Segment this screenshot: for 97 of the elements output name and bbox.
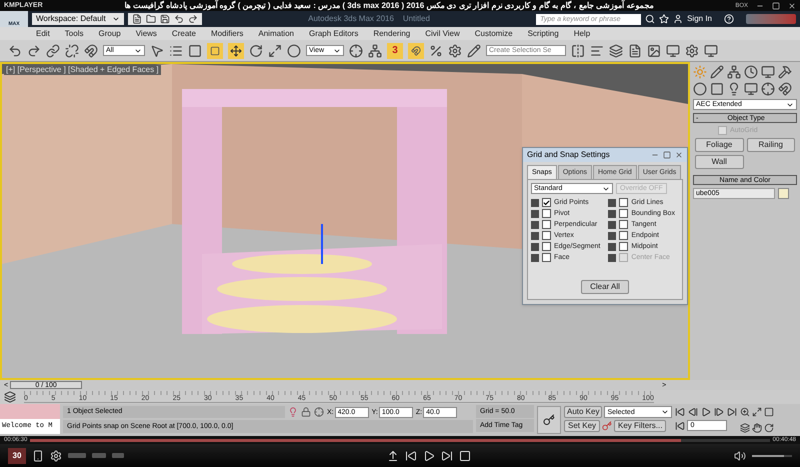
object-color-swatch[interactable] <box>778 188 789 199</box>
object-type-button[interactable]: Railing <box>746 138 795 152</box>
checkbox[interactable] <box>619 231 628 240</box>
menu-item[interactable]: Civil View <box>425 30 460 38</box>
scale-icon[interactable] <box>268 44 282 58</box>
key-tangent-icon[interactable] <box>602 421 612 431</box>
menu-item[interactable]: Modifiers <box>210 30 244 38</box>
close-icon[interactable] <box>675 151 683 159</box>
previous-icon[interactable] <box>405 450 417 462</box>
checkbox[interactable] <box>542 198 551 207</box>
angle-snap-button[interactable] <box>408 42 424 58</box>
checkbox[interactable] <box>542 220 551 229</box>
dialog-title: Grid and Snap Settings <box>527 151 611 159</box>
play-icon[interactable] <box>423 450 435 462</box>
key-filters-button[interactable]: Key Filters... <box>614 420 666 432</box>
unlink-icon[interactable] <box>65 44 79 58</box>
menu-item[interactable]: Graph Editors <box>308 30 358 38</box>
select-by-name-icon[interactable] <box>169 44 183 58</box>
next-key-icon[interactable] <box>714 407 724 417</box>
caret-icon[interactable] <box>112 15 120 23</box>
checkbox[interactable] <box>542 231 551 240</box>
checkbox[interactable] <box>619 198 628 207</box>
listener-input-field[interactable] <box>0 404 60 419</box>
menu-item[interactable]: Tools <box>64 30 84 38</box>
rotate-icon[interactable] <box>249 44 263 58</box>
display-tab-icon[interactable] <box>761 65 775 79</box>
checkbox[interactable] <box>619 242 628 251</box>
maximize-icon[interactable] <box>663 151 671 159</box>
align-icon[interactable] <box>590 44 604 58</box>
checkbox[interactable] <box>542 242 551 251</box>
window-crossing-button[interactable] <box>207 42 223 58</box>
workspace-dropdown[interactable]: Workspace: Default <box>32 13 124 25</box>
new-file-icon[interactable] <box>132 14 142 24</box>
sign-in-link[interactable]: Sign In <box>687 15 712 23</box>
checkbox[interactable] <box>619 220 628 229</box>
object-type-button[interactable]: Foliage <box>695 138 744 152</box>
go-to-end-icon[interactable] <box>727 407 738 417</box>
checkbox[interactable] <box>619 209 628 218</box>
undo-icon[interactable] <box>174 14 184 24</box>
play-icon[interactable] <box>701 407 712 417</box>
star-icon[interactable] <box>659 14 670 24</box>
redo-icon[interactable] <box>188 14 198 24</box>
set-keys-button[interactable] <box>537 406 561 434</box>
lights-icon[interactable] <box>727 82 741 96</box>
modify-tab-icon[interactable] <box>710 65 724 79</box>
fps-badge[interactable]: 30 <box>8 448 26 464</box>
go-to-start-icon[interactable] <box>675 407 686 417</box>
menu-item[interactable]: Group <box>98 30 121 38</box>
redo-icon[interactable] <box>27 44 41 58</box>
menu-item[interactable]: Help <box>574 30 590 38</box>
checkbox[interactable] <box>542 253 551 262</box>
magnet-icon[interactable] <box>411 46 421 56</box>
maximize-icon[interactable] <box>772 2 780 10</box>
clear-all-button[interactable]: Clear All <box>581 280 629 294</box>
checkbox[interactable] <box>542 209 551 218</box>
menu-item[interactable]: Scripting <box>528 30 559 38</box>
selection-region-icon[interactable] <box>188 44 202 58</box>
orbit-icon[interactable] <box>764 422 774 432</box>
menu-item[interactable]: Rendering <box>373 30 410 38</box>
menu-item[interactable]: Edit <box>36 30 50 38</box>
mirror-icon[interactable] <box>571 44 585 58</box>
motion-tab-icon[interactable] <box>744 65 758 79</box>
app-title: Autodesk 3ds Max 2016 Untitled <box>307 15 431 23</box>
video-title: مجموعه آموزشی جامع ، گام به گام و کاربردی نرم افزار تری دی مکس 2016 ( 3ds max 2016 ) مدرس : سعید فدایی ( تیچرمن ) گروه آموزشی پادشاه گرافیست ها <box>124 2 654 10</box>
save-icon[interactable] <box>160 14 170 24</box>
close-icon[interactable] <box>788 2 796 10</box>
next-icon[interactable] <box>441 450 453 462</box>
menu-item[interactable]: Animation <box>258 30 294 38</box>
caret-icon[interactable] <box>661 408 670 416</box>
help-icon[interactable] <box>724 14 734 24</box>
object-type-button[interactable]: Wall <box>695 155 744 169</box>
phone-icon[interactable] <box>32 450 44 462</box>
lock-icon[interactable] <box>301 407 311 417</box>
snap-toggle[interactable]: 3 <box>387 42 403 58</box>
stop-icon[interactable] <box>459 450 471 462</box>
auto-key-button[interactable]: Auto Key <box>564 406 602 418</box>
select-object-icon[interactable] <box>150 44 164 58</box>
link-icon[interactable] <box>46 44 60 58</box>
set-key-button[interactable]: Set Key <box>564 420 600 432</box>
settings-icon[interactable] <box>50 450 62 462</box>
percent-snap-icon[interactable] <box>429 44 443 58</box>
zoom-icon[interactable] <box>740 407 750 417</box>
open-folder-icon[interactable] <box>146 14 156 24</box>
undo-icon[interactable] <box>8 44 22 58</box>
menu-item[interactable]: Create <box>172 30 196 38</box>
previous-key-icon[interactable] <box>688 407 698 417</box>
viewport-label[interactable]: [+] [Perspective ] [Shaded + Edged Faces ] <box>4 65 161 75</box>
layers-icon[interactable] <box>609 44 623 58</box>
user-icon[interactable] <box>673 14 684 24</box>
utilities-tab-icon[interactable] <box>778 65 792 79</box>
square-icon[interactable] <box>210 46 220 56</box>
volume-icon[interactable] <box>734 450 746 462</box>
pan-icon[interactable] <box>752 422 762 432</box>
menu-item[interactable]: Customize <box>474 30 513 38</box>
hierarchy-tab-icon[interactable] <box>727 65 741 79</box>
key-icon[interactable] <box>543 414 555 426</box>
menu-item[interactable]: Views <box>136 30 157 38</box>
